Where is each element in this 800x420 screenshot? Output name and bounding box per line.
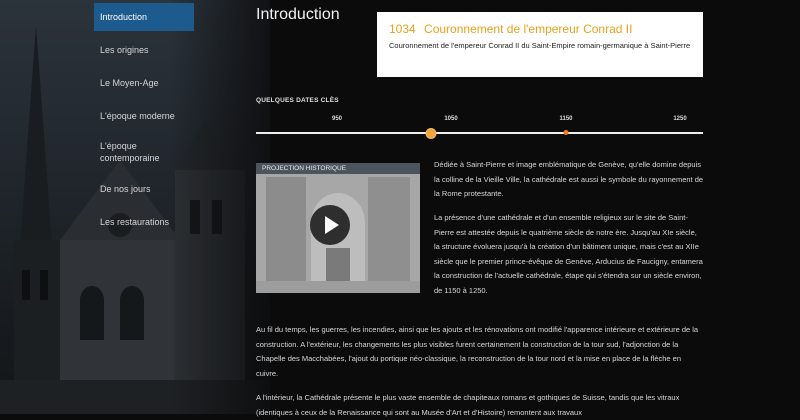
timeline-label: QUELQUES DATES CLÈS	[256, 97, 339, 104]
paragraph-intro: Dédiée à Saint-Pierre et image emblémati…	[434, 160, 704, 198]
timeline-tick: 1050	[444, 116, 458, 122]
play-icon[interactable]	[310, 205, 350, 245]
event-card: 1034 Couronnement de l'empereur Conrad I…	[377, 12, 703, 77]
event-description: Couronnement de l'empereur Conrad II du …	[389, 41, 691, 50]
timeline-selected-marker[interactable]	[425, 128, 437, 139]
sidebar-item-le-moyen-age[interactable]: Le Moyen-Age	[94, 69, 194, 97]
paragraph-interior: A l'intérieur, la Cathédrale présente le…	[256, 393, 680, 417]
page-title: Introduction	[256, 6, 340, 23]
video-caption: PROJECTION HISTORIQUE	[256, 163, 420, 174]
timeline[interactable]: 950 1050 1150 1250	[256, 112, 703, 142]
timeline-track[interactable]	[256, 132, 703, 134]
paragraph-changes: Au fil du temps, les guerres, les incend…	[256, 325, 699, 378]
sidebar-item-de-nos-jours[interactable]: De nos jours	[94, 175, 194, 203]
sidebar-item-epoque-moderne[interactable]: L'époque moderne	[94, 102, 194, 130]
sidebar-item-epoque-contemporaine[interactable]: L'époque contemporaine	[94, 135, 194, 170]
event-title: 1034 Couronnement de l'empereur Conrad I…	[389, 22, 691, 36]
video-thumbnail[interactable]: PROJECTION HISTORIQUE	[256, 163, 420, 293]
timeline-event-marker[interactable]	[563, 130, 569, 135]
sidebar-nav: Introduction Les origines Le Moyen-Age L…	[94, 3, 194, 241]
sidebar-item-introduction[interactable]: Introduction	[94, 3, 194, 31]
event-year: 1034	[389, 22, 416, 36]
sidebar-item-les-restaurations[interactable]: Les restaurations	[94, 208, 194, 236]
timeline-tick: 1250	[673, 116, 687, 122]
event-name: Couronnement de l'empereur Conrad II	[424, 22, 633, 36]
paragraph-history: La présence d'une cathédrale et d'un ens…	[434, 213, 703, 295]
sidebar-item-les-origines[interactable]: Les origines	[94, 36, 194, 64]
timeline-tick: 1150	[559, 116, 573, 122]
timeline-tick: 950	[331, 116, 343, 122]
